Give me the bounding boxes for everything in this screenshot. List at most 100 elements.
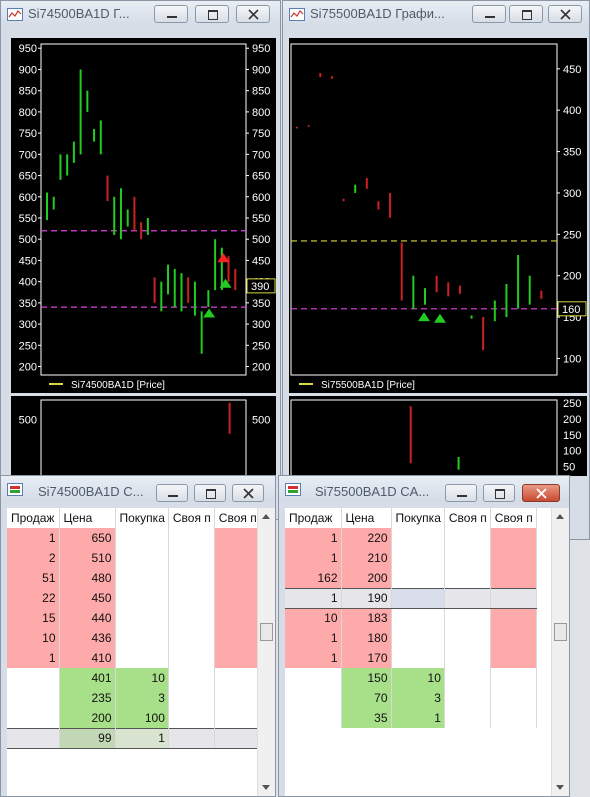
column-header-own-sell[interactable]: Своя п: [444, 508, 491, 528]
order-book-row[interactable]: 99 1: [7, 727, 261, 749]
order-book-window-right[interactable]: Si75500BA1D CA... Продаж Цена Покупка Св…: [278, 475, 570, 797]
own-sell-cell[interactable]: [168, 608, 215, 628]
price-cell[interactable]: 401: [59, 668, 116, 688]
price-cell[interactable]: 410: [59, 648, 116, 668]
own-buy-cell[interactable]: [214, 708, 261, 728]
price-cell[interactable]: 200: [341, 568, 392, 588]
own-sell-cell[interactable]: [168, 648, 215, 668]
minimize-button[interactable]: [154, 5, 188, 23]
own-sell-cell[interactable]: [444, 708, 491, 728]
own-buy-cell[interactable]: [214, 608, 261, 628]
own-sell-cell[interactable]: [168, 628, 215, 648]
own-buy-cell[interactable]: [490, 648, 537, 668]
scroll-up-arrow-icon[interactable]: [556, 514, 564, 519]
buy-volume-cell[interactable]: 100: [115, 708, 169, 728]
order-book-row[interactable]: 10 183: [285, 608, 537, 628]
price-cell[interactable]: 99: [59, 727, 116, 749]
price-cell[interactable]: 70: [341, 688, 392, 708]
sell-volume-cell[interactable]: 1: [285, 628, 342, 648]
order-book-row[interactable]: 15 440: [7, 608, 261, 628]
buy-volume-cell[interactable]: 10: [391, 668, 445, 688]
buy-volume-cell[interactable]: [115, 628, 169, 648]
sell-volume-cell[interactable]: 1: [285, 548, 342, 568]
sell-volume-cell[interactable]: [7, 727, 60, 749]
price-cell[interactable]: 235: [59, 688, 116, 708]
titlebar[interactable]: Si74500BA1D С...: [1, 476, 275, 502]
order-book-row[interactable]: 1 650: [7, 528, 261, 548]
own-buy-cell[interactable]: [490, 608, 537, 628]
buy-volume-cell[interactable]: 1: [115, 727, 169, 749]
price-cell[interactable]: 170: [341, 648, 392, 668]
minimize-button[interactable]: [472, 5, 506, 23]
own-buy-cell[interactable]: [490, 668, 537, 688]
sell-volume-cell[interactable]: 10: [285, 608, 342, 628]
price-chart-right[interactable]: 100150200250300350400450160Si75500BA1D […: [289, 38, 587, 393]
order-book-row[interactable]: 51 480: [7, 568, 261, 588]
buy-volume-cell[interactable]: 1: [391, 708, 445, 728]
sell-volume-cell[interactable]: 162: [285, 568, 342, 588]
own-buy-cell[interactable]: [490, 548, 537, 568]
price-cell[interactable]: 210: [341, 548, 392, 568]
sell-volume-cell[interactable]: 10: [7, 628, 60, 648]
vertical-scrollbar[interactable]: [257, 508, 275, 796]
scroll-thumb[interactable]: [554, 623, 567, 641]
maximize-button[interactable]: [194, 484, 226, 502]
column-header-price[interactable]: Цена: [341, 508, 392, 528]
price-cell[interactable]: 650: [59, 528, 116, 548]
price-cell[interactable]: 450: [59, 588, 116, 608]
own-buy-cell[interactable]: [214, 628, 261, 648]
own-sell-cell[interactable]: [444, 668, 491, 688]
buy-volume-cell[interactable]: [115, 608, 169, 628]
maximize-button[interactable]: [195, 5, 229, 23]
sell-volume-cell[interactable]: 2: [7, 548, 60, 568]
order-book-row[interactable]: 1 170: [285, 648, 537, 668]
buy-volume-cell[interactable]: [115, 648, 169, 668]
order-book-row[interactable]: 2 510: [7, 548, 261, 568]
order-book-row[interactable]: 1 410: [7, 648, 261, 668]
price-cell[interactable]: 190: [341, 587, 392, 609]
price-cell[interactable]: 35: [341, 708, 392, 728]
order-book-row[interactable]: 1 190: [285, 587, 537, 609]
sell-volume-cell[interactable]: [285, 708, 342, 728]
order-book-row[interactable]: 1 180: [285, 628, 537, 648]
price-chart-left[interactable]: 2002002502503003003503504004004504505005…: [11, 38, 276, 393]
maximize-button[interactable]: [483, 484, 515, 502]
close-button[interactable]: [232, 484, 264, 502]
titlebar[interactable]: Si75500BA1D Графи...: [283, 1, 589, 27]
order-book-row[interactable]: 150 10: [285, 668, 537, 688]
buy-volume-cell[interactable]: [391, 648, 445, 668]
close-button[interactable]: [236, 5, 270, 23]
own-sell-cell[interactable]: [444, 528, 491, 548]
titlebar[interactable]: Si75500BA1D CA...: [279, 476, 569, 502]
own-buy-cell[interactable]: [214, 548, 261, 568]
close-button[interactable]: [522, 484, 560, 502]
order-book-row[interactable]: 1 210: [285, 548, 537, 568]
sell-volume-cell[interactable]: 1: [7, 648, 60, 668]
sell-volume-cell[interactable]: 51: [7, 568, 60, 588]
own-buy-cell[interactable]: [214, 668, 261, 688]
buy-volume-cell[interactable]: 3: [115, 688, 169, 708]
sell-volume-cell[interactable]: [285, 668, 342, 688]
price-cell[interactable]: 200: [59, 708, 116, 728]
price-cell[interactable]: 440: [59, 608, 116, 628]
buy-volume-cell[interactable]: 3: [391, 688, 445, 708]
own-buy-cell[interactable]: [214, 528, 261, 548]
own-sell-cell[interactable]: [444, 648, 491, 668]
scroll-up-arrow-icon[interactable]: [262, 514, 270, 519]
buy-volume-cell[interactable]: 10: [115, 668, 169, 688]
own-sell-cell[interactable]: [444, 568, 491, 588]
price-cell[interactable]: 220: [341, 528, 392, 548]
column-header-price[interactable]: Цена: [59, 508, 116, 528]
sell-volume-cell[interactable]: [7, 668, 60, 688]
sell-volume-cell[interactable]: 22: [7, 588, 60, 608]
chart-window-right[interactable]: Si75500BA1D Графи... 100 150 200 250 300 350 4…: [282, 0, 590, 540]
order-book-row[interactable]: 22 450: [7, 588, 261, 608]
column-header-sell[interactable]: Продаж: [285, 508, 342, 528]
own-buy-cell[interactable]: [490, 587, 537, 609]
sell-volume-cell[interactable]: 1: [7, 528, 60, 548]
minimize-button[interactable]: [445, 484, 477, 502]
price-cell[interactable]: 480: [59, 568, 116, 588]
sell-volume-cell[interactable]: 1: [285, 528, 342, 548]
sell-volume-cell[interactable]: [7, 708, 60, 728]
price-cell[interactable]: 150: [341, 668, 392, 688]
